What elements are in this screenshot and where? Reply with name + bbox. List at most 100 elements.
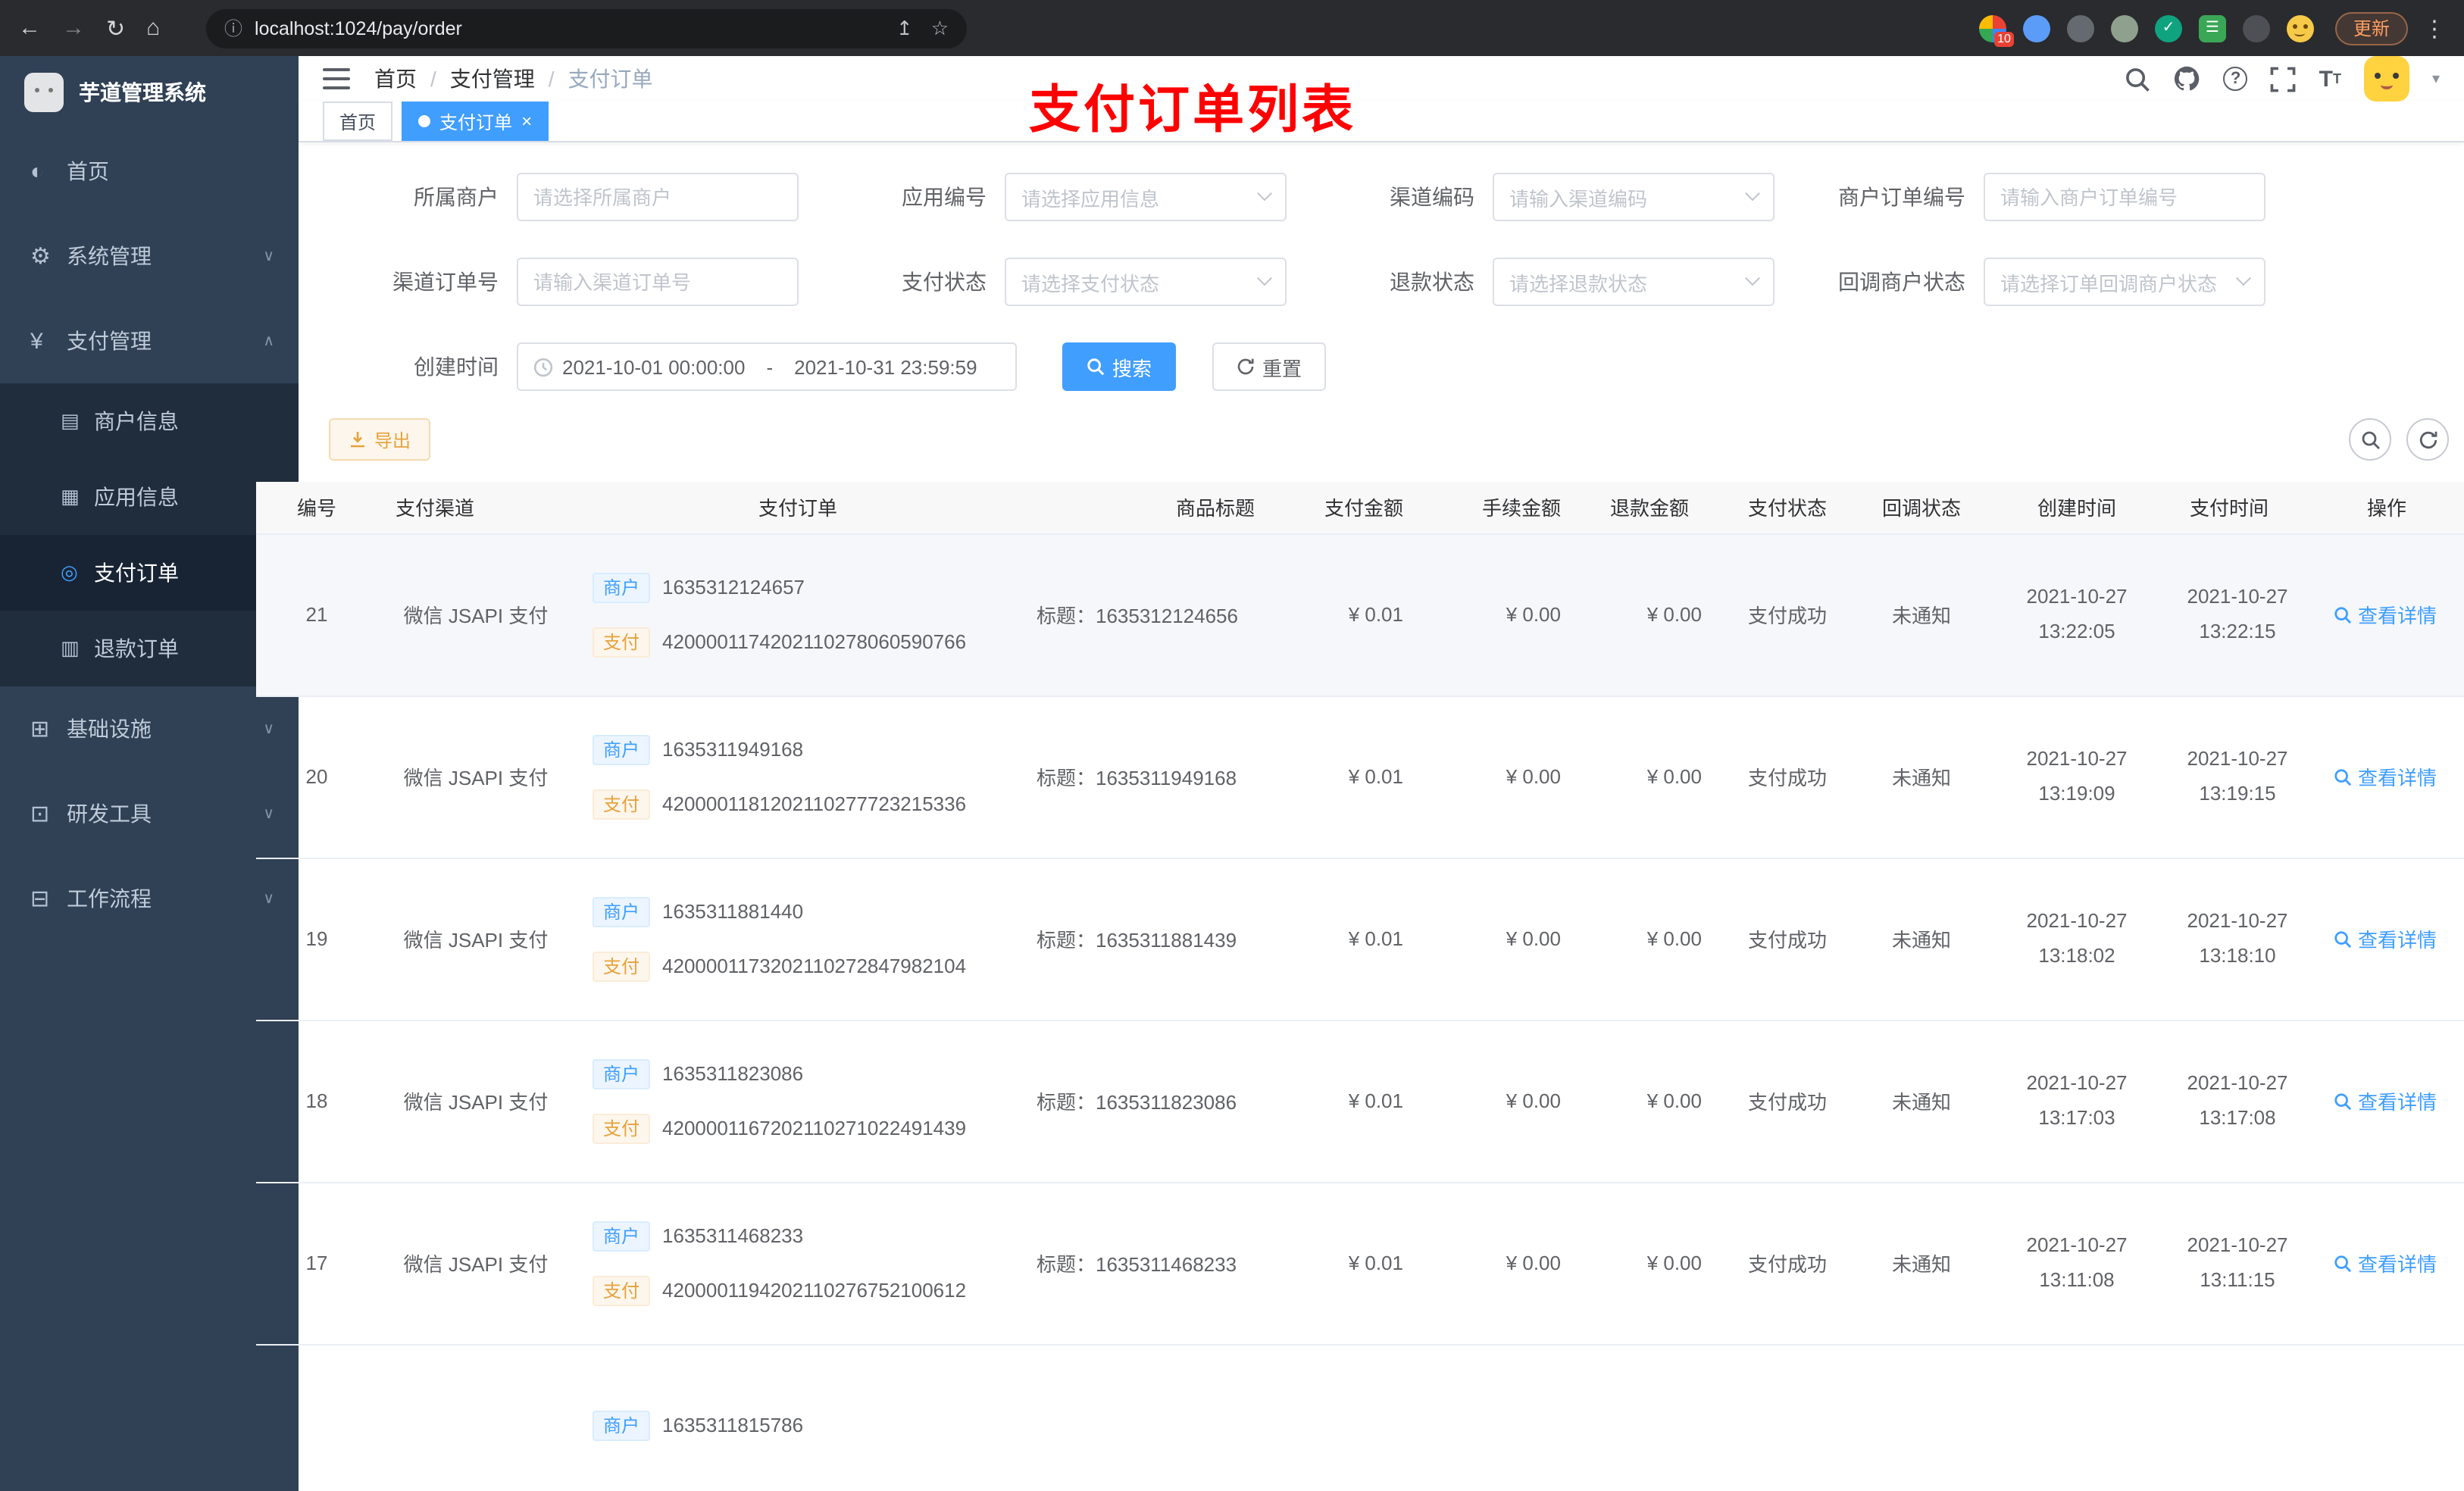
merchant-order-no-input[interactable] [1984, 173, 2265, 221]
page-header: 首页 / 支付管理 / 支付订单 支付订单列表 ? T T ▾ [299, 56, 2464, 139]
help-icon[interactable]: ? [2223, 67, 2248, 91]
sidebar-item-devtools[interactable]: ⊡ 研发工具 ∨ [0, 771, 299, 856]
sidebar-item-app-info[interactable]: ▦ 应用信息 [0, 459, 299, 535]
field-label: 所属商户 [414, 185, 499, 209]
range-start: 2021-10-01 00:00:00 [562, 355, 746, 378]
merchant-order-no: 1635311468233 [662, 1224, 804, 1247]
infra-icon: ⊞ [30, 717, 50, 742]
sidebar-item-home[interactable]: ◐ 首页 [0, 129, 299, 214]
field-label: 渠道编码 [1390, 185, 1474, 209]
workflow-icon: ⊟ [30, 886, 50, 912]
extension-icon[interactable]: ✓ [2154, 14, 2182, 42]
column-header: 支付状态 [1720, 482, 1855, 534]
tags-view-bar: 首页 支付订单 × [299, 102, 2464, 142]
merchant-order-no: 1635311949168 [662, 738, 804, 761]
refresh-table-button[interactable] [2406, 418, 2449, 461]
merchant-select-input[interactable] [517, 173, 799, 221]
browser-update-button[interactable]: 更新 [2334, 11, 2408, 45]
search-icon [2334, 1092, 2352, 1110]
sidebar-item-system[interactable]: ⚙ 系统管理 ∨ [0, 214, 299, 299]
user-avatar[interactable] [2363, 56, 2409, 102]
column-header: 创建时间 [1988, 482, 2165, 534]
browser-toolbar: ← → ↻ ⌂ ⓘ localhost:1024/pay/order ↥ ☆ 1… [0, 0, 2464, 56]
sidebar-item-merchant-info[interactable]: ▤ 商户信息 [0, 383, 299, 459]
search-icon [2361, 430, 2379, 449]
pay-status-select[interactable]: 请选择支付状态 [1005, 258, 1287, 306]
github-icon[interactable] [2174, 65, 2201, 92]
sidebar-item-workflow[interactable]: ⊟ 工作流程 ∨ [0, 856, 299, 941]
chevron-down-icon[interactable]: ▾ [2432, 70, 2440, 87]
extensions-area: 10 ✓ ☰ [1978, 14, 2314, 46]
view-detail-link[interactable]: 查看详情 [2334, 1249, 2437, 1277]
fullscreen-icon[interactable] [2271, 66, 2297, 92]
view-detail-link[interactable]: 查看详情 [2334, 1086, 2437, 1115]
sidebar-item-refund-orders[interactable]: ▥ 退款订单 [0, 611, 299, 686]
view-detail-link[interactable]: 查看详情 [2334, 600, 2437, 629]
bookmark-star-icon[interactable]: ☆ [931, 16, 949, 40]
share-icon[interactable]: ↥ [896, 16, 913, 40]
site-info-icon[interactable]: ⓘ [224, 15, 242, 41]
order-id-cell: 21 [256, 533, 377, 696]
column-header: 商品标题 [1021, 482, 1273, 534]
field-label: 应用编号 [902, 185, 987, 209]
sidebar-toggle-icon[interactable] [323, 68, 350, 89]
pay-order-cell: 商户 1635311815786 [574, 1344, 1021, 1491]
back-icon[interactable]: ← [18, 15, 41, 41]
pay-status-cell: 支付成功 [1720, 1020, 1855, 1183]
chevron-down-icon [1257, 185, 1272, 201]
view-detail-link[interactable]: 查看详情 [2334, 924, 2437, 953]
notify-status-cell: 未通知 [1855, 695, 1988, 858]
tab-home[interactable]: 首页 [323, 102, 393, 141]
reset-button[interactable]: 重置 [1212, 342, 1327, 391]
close-icon[interactable]: × [521, 111, 532, 132]
pay-order-cell: 商户 1635311823086 支付 42000011672021102710… [574, 1020, 1021, 1183]
reload-icon[interactable]: ↻ [106, 14, 125, 42]
channel-order-no-input[interactable] [517, 258, 799, 306]
sidebar-item-payment[interactable]: ¥ 支付管理 ∧ [0, 299, 299, 383]
breadcrumb-home[interactable]: 首页 [374, 64, 417, 94]
extension-icon[interactable] [2110, 14, 2138, 42]
view-detail-link[interactable]: 查看详情 [2334, 762, 2437, 791]
profile-emoji-icon[interactable] [2286, 14, 2314, 42]
extension-icon[interactable] [2242, 14, 2270, 42]
created-time-cell: 2021-10-27 13:19:09 [1988, 695, 2165, 858]
yen-icon: ¥ [30, 328, 43, 354]
sidebar-item-infra[interactable]: ⊞ 基础设施 ∨ [0, 686, 299, 771]
search-icon[interactable] [2125, 66, 2151, 92]
actions-cell: 查看详情 [2309, 858, 2464, 1021]
home-icon[interactable]: ⌂ [146, 15, 160, 41]
field-label: 退款状态 [1390, 270, 1474, 294]
refund-amount-cell: ¥ 0.00 [1579, 533, 1720, 696]
column-header: 编号 [256, 482, 377, 534]
channel-code-select[interactable]: 请输入渠道编码 [1493, 173, 1775, 221]
address-bar[interactable]: ⓘ localhost:1024/pay/order ↥ ☆ [206, 8, 967, 48]
toggle-search-button[interactable] [2349, 418, 2391, 461]
sidebar-item-pay-orders[interactable]: ◎ 支付订单 [0, 535, 299, 611]
breadcrumb-payment[interactable]: 支付管理 [450, 64, 535, 94]
orders-table: 编号 支付渠道 支付订单 商品标题 支付金额 手续金额 退款金额 支付状态 回调状态 创建时间 支付… [256, 482, 2464, 1491]
search-button[interactable]: 搜索 [1062, 342, 1177, 391]
notify-status-select[interactable]: 请选择订单回调商户状态 [1984, 258, 2265, 306]
tab-pay-orders[interactable]: 支付订单 × [402, 102, 549, 141]
notify-status-cell: 未通知 [1855, 533, 1988, 696]
font-size-icon[interactable]: TT [2319, 66, 2341, 92]
actions-cell: 查看详情 [2309, 1182, 2464, 1345]
extension-icon[interactable]: ☰ [2198, 14, 2226, 42]
table-row-partial: 商户 1635311815786 [256, 1344, 2464, 1491]
create-time-range-picker[interactable]: 2021-10-01 00:00:00 - 2021-10-31 23:59:5… [517, 342, 1017, 391]
table-row: 17 微信 JSAPI 支付 商户 1635311468233 支付 42000… [256, 1182, 2464, 1345]
extension-icon[interactable] [2066, 14, 2094, 42]
channel-order-no: 4200001167202110271022491439 [662, 1117, 967, 1139]
app-id-select[interactable]: 请选择应用信息 [1005, 173, 1287, 221]
export-button[interactable]: 导出 [329, 418, 431, 461]
paid-time-cell: 2021-10-27 13:19:15 [2165, 695, 2309, 858]
order-id-cell: 18 [256, 1020, 377, 1183]
extension-icon[interactable] [2022, 14, 2050, 42]
forward-icon[interactable]: → [62, 15, 85, 41]
red-annotation-text: 支付订单列表 [1029, 82, 1356, 139]
extension-icon[interactable]: 10 [1978, 14, 2014, 46]
goods-title-cell: 标题：1635311823086 [1021, 1020, 1273, 1183]
refund-status-select[interactable]: 请选择退款状态 [1493, 258, 1775, 306]
browser-menu-icon[interactable]: ⋮ [2423, 14, 2446, 42]
chevron-down-icon [2236, 270, 2251, 286]
